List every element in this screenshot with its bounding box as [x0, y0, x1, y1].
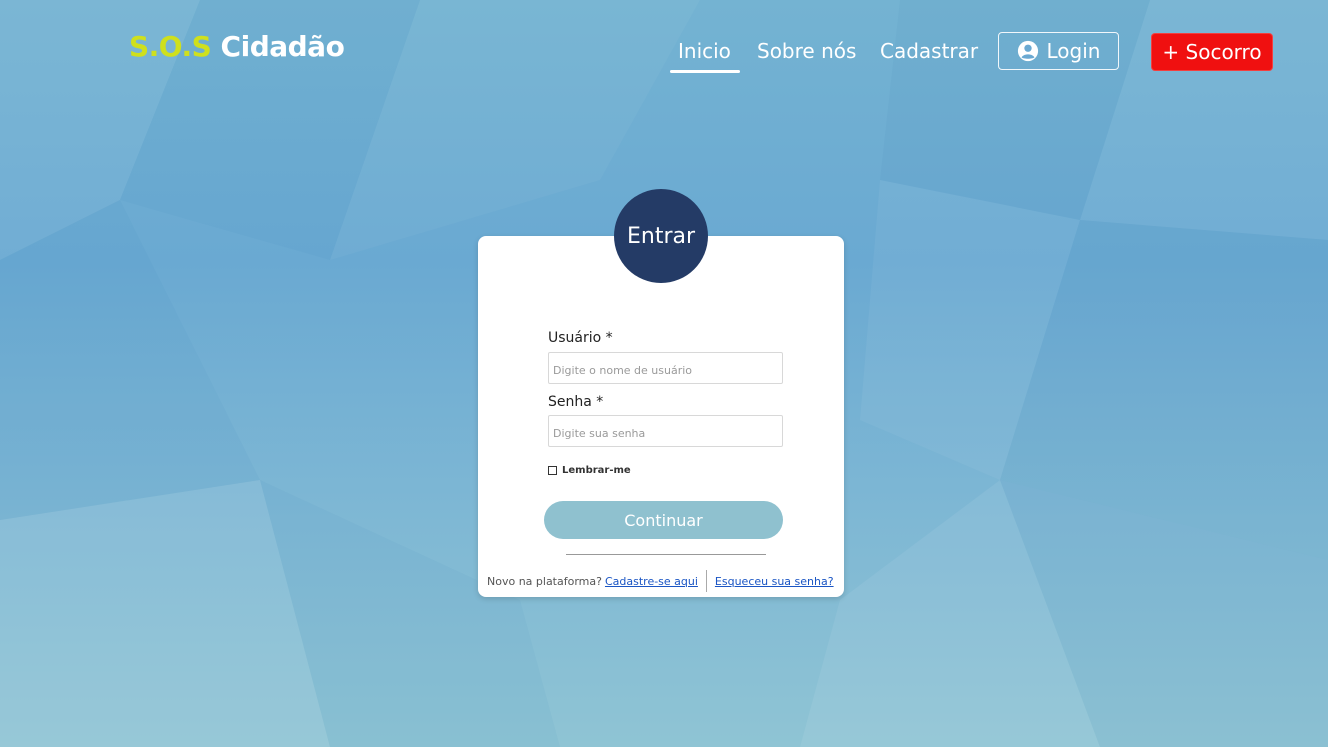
user-circle-icon [1017, 40, 1039, 62]
remember-me-label: Lembrar-me [562, 465, 631, 476]
username-label: Usuário * [548, 330, 613, 346]
footer-separator [705, 570, 707, 592]
signup-link[interactable]: Cadastre-se aqui [605, 575, 698, 588]
nav-link-inicio[interactable]: Inicio [678, 39, 731, 63]
card-footer-links: Novo na plataforma? Cadastre-se aqui Esq… [487, 570, 834, 592]
checkbox-icon[interactable] [548, 466, 557, 475]
nav-link-cadastrar[interactable]: Cadastrar [880, 39, 978, 63]
username-input[interactable] [548, 352, 783, 384]
nav-link-sobre[interactable]: Sobre nós [757, 39, 856, 63]
top-navbar: S.O.S Cidadão Inicio Sobre nós Cadastrar… [0, 0, 1328, 100]
password-label: Senha * [548, 394, 604, 410]
login-badge: Entrar [614, 189, 708, 283]
continue-button[interactable]: Continuar [544, 501, 783, 539]
password-input[interactable] [548, 415, 783, 447]
new-user-text: Novo na plataforma? [487, 574, 602, 588]
brand-name: Cidadão [220, 30, 345, 63]
login-button[interactable]: Login [998, 32, 1119, 70]
remember-me-checkbox[interactable]: Lembrar-me [548, 465, 631, 476]
brand-prefix: S.O.S [129, 30, 212, 63]
forgot-password-link[interactable]: Esqueceu sua senha? [715, 575, 834, 588]
help-button[interactable]: + Socorro [1151, 33, 1273, 71]
brand-logo[interactable]: S.O.S Cidadão [129, 30, 345, 63]
login-button-label: Login [1046, 39, 1101, 63]
card-divider [566, 554, 766, 555]
active-nav-indicator [670, 70, 740, 73]
